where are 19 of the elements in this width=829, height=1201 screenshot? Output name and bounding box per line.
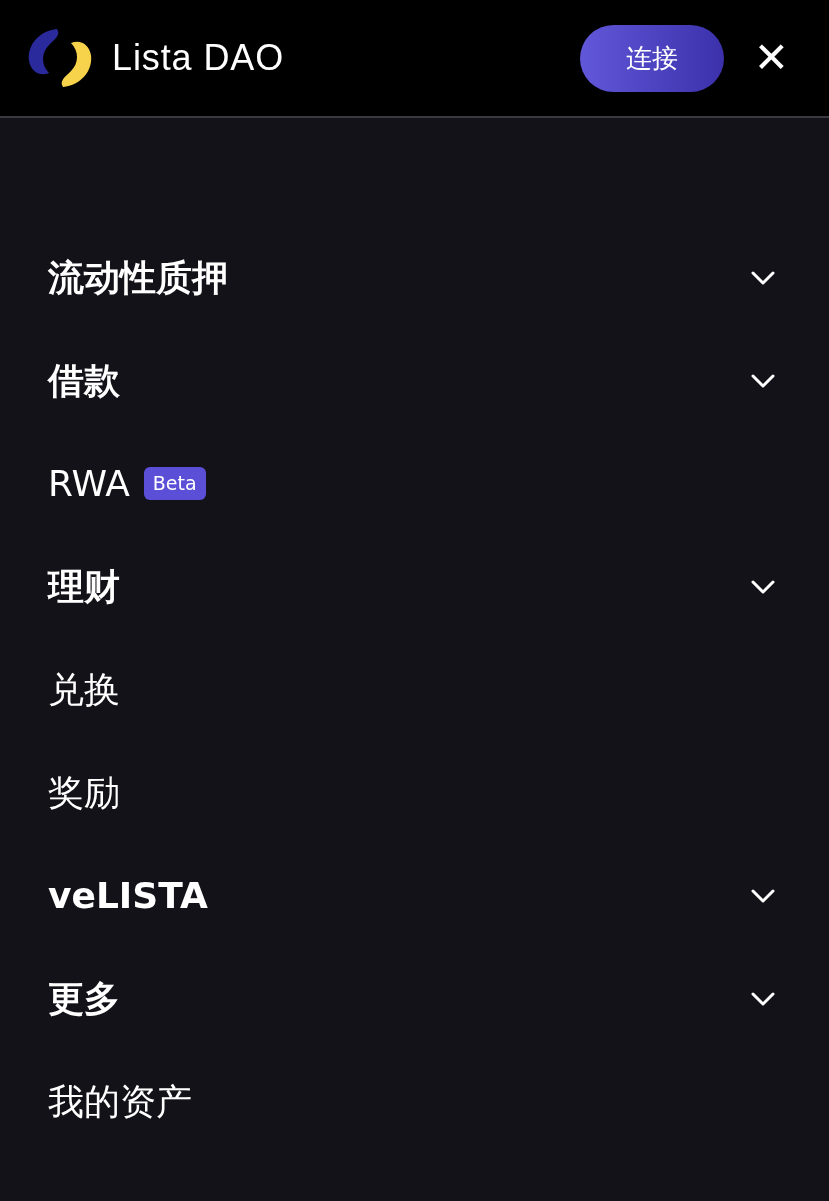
chevron-down-icon[interactable] [751,991,775,1006]
chevron-down-icon[interactable] [751,270,775,285]
chevron-down-icon[interactable] [751,888,775,903]
menu-item[interactable]: 我的资产 [48,1074,192,1129]
chevron-down-icon[interactable] [751,579,775,594]
menu-item[interactable]: 更多 [48,971,120,1026]
menu-item[interactable]: 流动性质押 [48,250,228,305]
close-button[interactable]: ✕ [753,37,789,79]
menu-item[interactable]: 奖励 [48,765,120,820]
menu-item[interactable]: RWA [48,456,130,511]
menu-item[interactable]: 借款 [48,353,120,408]
chevron-down-icon[interactable] [751,373,775,388]
beta-badge: Beta [143,467,206,500]
brand-name: Lista DAO [112,36,285,80]
menu-item[interactable]: veLISTA [48,868,208,923]
connect-button[interactable]: 连接 [579,24,724,92]
menu-item[interactable]: 理财 [48,559,120,614]
logo-icon [27,27,93,89]
menu-item[interactable]: 兑换 [48,662,120,717]
